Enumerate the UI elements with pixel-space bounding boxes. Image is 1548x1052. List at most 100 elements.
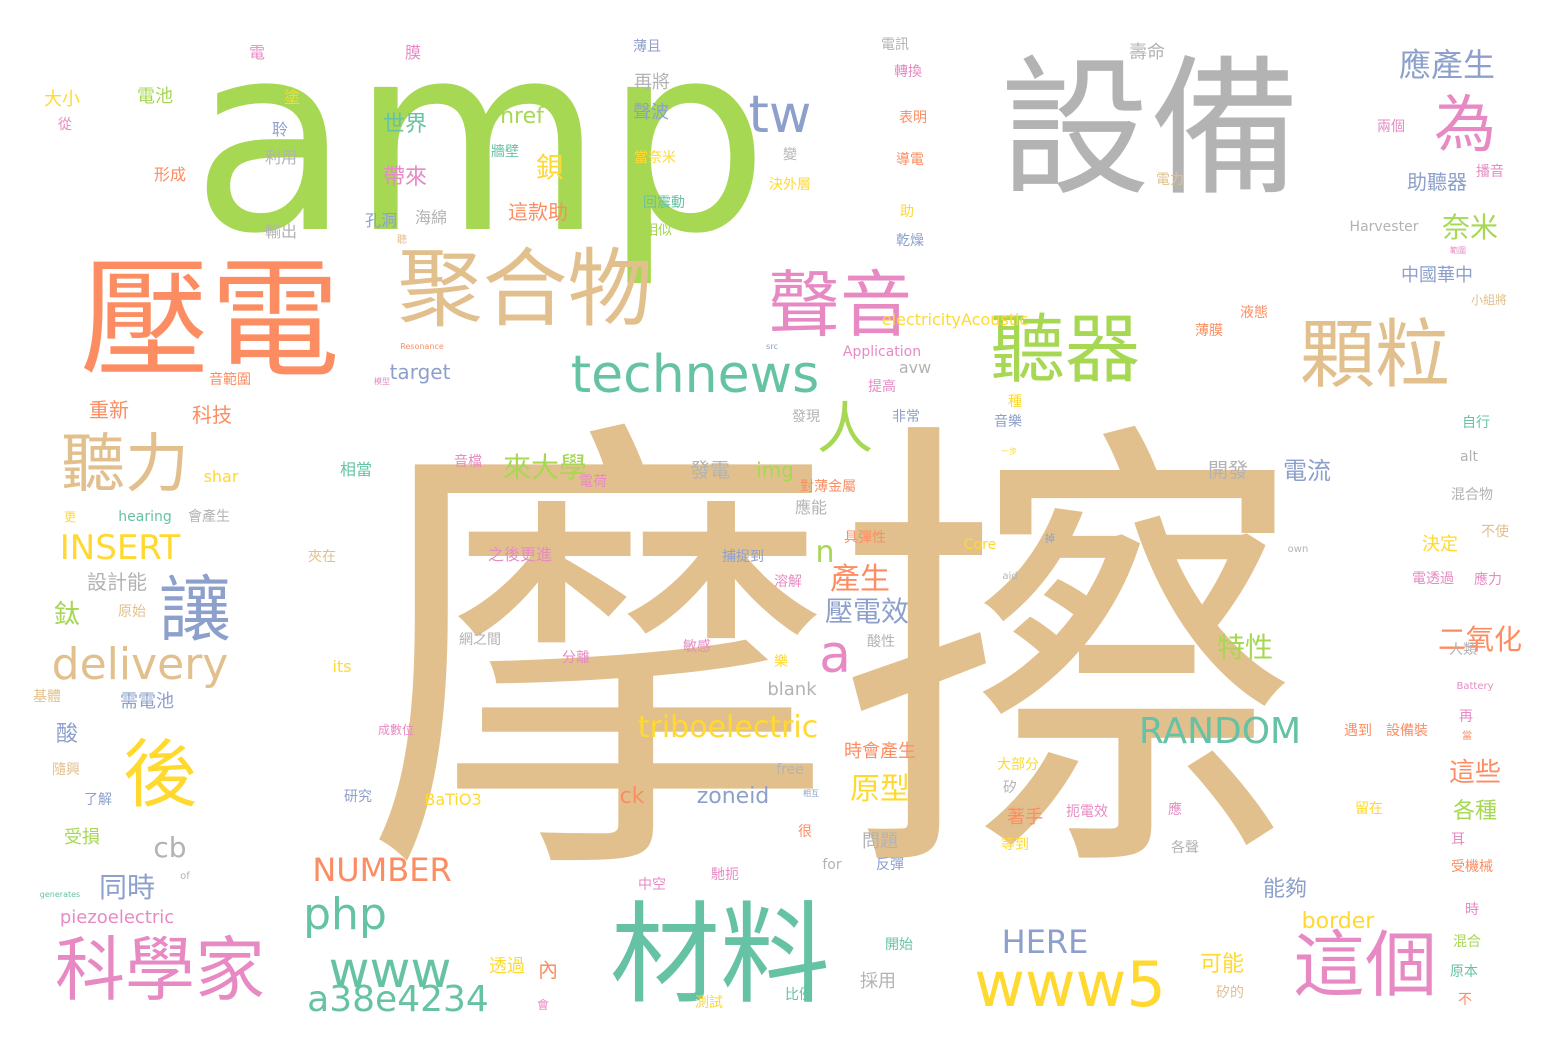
word-同時: 同時 xyxy=(98,871,156,904)
word-奈米: 奈米 xyxy=(1441,211,1499,244)
word-alt: alt xyxy=(1460,449,1478,465)
word-triboelectric: triboelectric xyxy=(637,710,819,745)
word-for: for xyxy=(822,857,842,873)
word-開始: 開始 xyxy=(885,937,913,953)
word-網之間: 網之間 xyxy=(459,632,501,648)
word-播音: 播音 xyxy=(1476,164,1504,180)
word-piezoelectric: piezoelectric xyxy=(59,907,175,928)
word-cloud: 摩擦 amp 設備 壓電 材料 聚合物 聽器 顆粒 聲音 technews 科學家 這個 www5 聽力後… xyxy=(0,0,1548,1052)
word-著手: 著手 xyxy=(1007,807,1043,828)
word-讓: 讓 xyxy=(158,568,232,652)
word-乾燥: 乾燥 xyxy=(896,233,924,249)
word-塗: 塗 xyxy=(283,88,301,107)
word-聲音: 聲音 xyxy=(767,263,913,347)
word-harvester: Harvester xyxy=(1349,219,1419,235)
word-音樂: 音樂 xyxy=(994,414,1022,430)
word-中空: 中空 xyxy=(638,877,666,893)
word-世界: 世界 xyxy=(382,112,428,137)
word-不: 不 xyxy=(1458,992,1472,1008)
word-膜: 膜 xyxy=(404,43,422,62)
word-捕捉到: 捕捉到 xyxy=(722,549,764,565)
word-薄膜: 薄膜 xyxy=(1195,323,1223,339)
word-助: 助 xyxy=(900,204,914,220)
word-受損: 受損 xyxy=(64,827,100,848)
word-tw: tw xyxy=(748,85,812,145)
word-輸出: 輸出 xyxy=(264,222,298,241)
word-問題: 問題 xyxy=(862,831,898,852)
word-再將: 再將 xyxy=(634,72,670,93)
word-img: img xyxy=(756,458,794,482)
word-電力: 電力 xyxy=(1156,172,1184,188)
word-回震動: 回震動 xyxy=(643,195,685,211)
word-原始: 原始 xyxy=(118,604,146,620)
word-its: its xyxy=(332,657,352,676)
word-設計能: 設計能 xyxy=(87,570,147,594)
word-應產生: 應產生 xyxy=(1398,46,1496,84)
word-聆: 聆 xyxy=(271,120,289,139)
word-測試: 測試 xyxy=(695,995,723,1011)
word-target: target xyxy=(389,360,451,384)
word-可能: 可能 xyxy=(1199,952,1245,977)
word-留在: 留在 xyxy=(1355,801,1383,817)
word-採用: 採用 xyxy=(860,971,896,992)
word-自行: 自行 xyxy=(1462,415,1490,431)
word-zoneid: zoneid xyxy=(696,784,770,809)
word-number: NUMBER xyxy=(312,851,452,889)
word-當: 當 xyxy=(1462,731,1472,742)
word-夾在: 夾在 xyxy=(308,549,336,565)
word-electricityacoustic: electricityAcoustic xyxy=(881,310,1029,329)
word-這款助: 這款助 xyxy=(508,200,568,224)
word-後: 後 xyxy=(123,732,197,818)
word-當奈米: 當奈米 xyxy=(634,150,676,166)
word-敏感: 敏感 xyxy=(683,639,711,655)
word-會: 會 xyxy=(536,998,550,1012)
word-很: 很 xyxy=(798,824,812,840)
word-海綿: 海綿 xyxy=(414,208,448,227)
word-電荷: 電荷 xyxy=(579,474,607,490)
word-電流: 電流 xyxy=(1283,457,1331,485)
word-科技: 科技 xyxy=(192,403,232,427)
word-a38e4234: a38e4234 xyxy=(307,979,489,1020)
word-電池: 電池 xyxy=(137,86,173,107)
word-決定: 決定 xyxy=(1422,534,1458,555)
word-設備裝: 設備裝 xyxy=(1386,723,1428,739)
word-導電: 導電 xyxy=(896,152,924,168)
word-應力: 應力 xyxy=(1474,572,1502,588)
word-insert: INSERT xyxy=(59,528,181,568)
word-technews: technews xyxy=(570,345,820,405)
word-從: 從 xyxy=(58,117,72,133)
word-帶來: 帶來 xyxy=(382,165,428,190)
word-壓電: 壓電 xyxy=(79,244,341,396)
word-原型: 原型 xyxy=(850,772,910,807)
word-不使: 不使 xyxy=(1481,524,1509,540)
word-blank: blank xyxy=(767,679,817,700)
word-範圍: 範圍 xyxy=(1450,246,1466,255)
word-變: 變 xyxy=(783,147,797,163)
word-非常: 非常 xyxy=(892,409,920,425)
word-相似: 相似 xyxy=(644,223,672,239)
word-href: href xyxy=(500,104,544,129)
word-大部分: 大部分 xyxy=(997,757,1039,773)
word-了解: 了解 xyxy=(84,792,112,808)
word-樂: 樂 xyxy=(774,654,788,670)
word-重新: 重新 xyxy=(89,398,129,422)
word-之後更進: 之後更進 xyxy=(487,545,553,564)
word-馳扼: 馳扼 xyxy=(711,867,739,883)
word-更: 更 xyxy=(63,510,77,524)
word-提高: 提高 xyxy=(868,379,896,395)
word-battery: Battery xyxy=(1456,681,1494,692)
word-resonance: Resonance xyxy=(400,342,444,351)
word-here: HERE xyxy=(1001,923,1089,961)
word-應能: 應能 xyxy=(794,498,828,517)
word-牆壁: 牆壁 xyxy=(491,144,519,160)
word-鈦: 鈦 xyxy=(53,600,81,630)
word-www5: www5 xyxy=(974,948,1166,1021)
word-壓電效: 壓電效 xyxy=(824,595,910,628)
word-需電池: 需電池 xyxy=(120,691,174,712)
word-產生: 產生 xyxy=(830,562,890,597)
word-各聲: 各聲 xyxy=(1171,840,1199,856)
word-形成: 形成 xyxy=(153,165,187,184)
word-開發: 開發 xyxy=(1208,458,1248,482)
word-a: a xyxy=(819,625,851,685)
word-own: own xyxy=(1287,544,1309,555)
